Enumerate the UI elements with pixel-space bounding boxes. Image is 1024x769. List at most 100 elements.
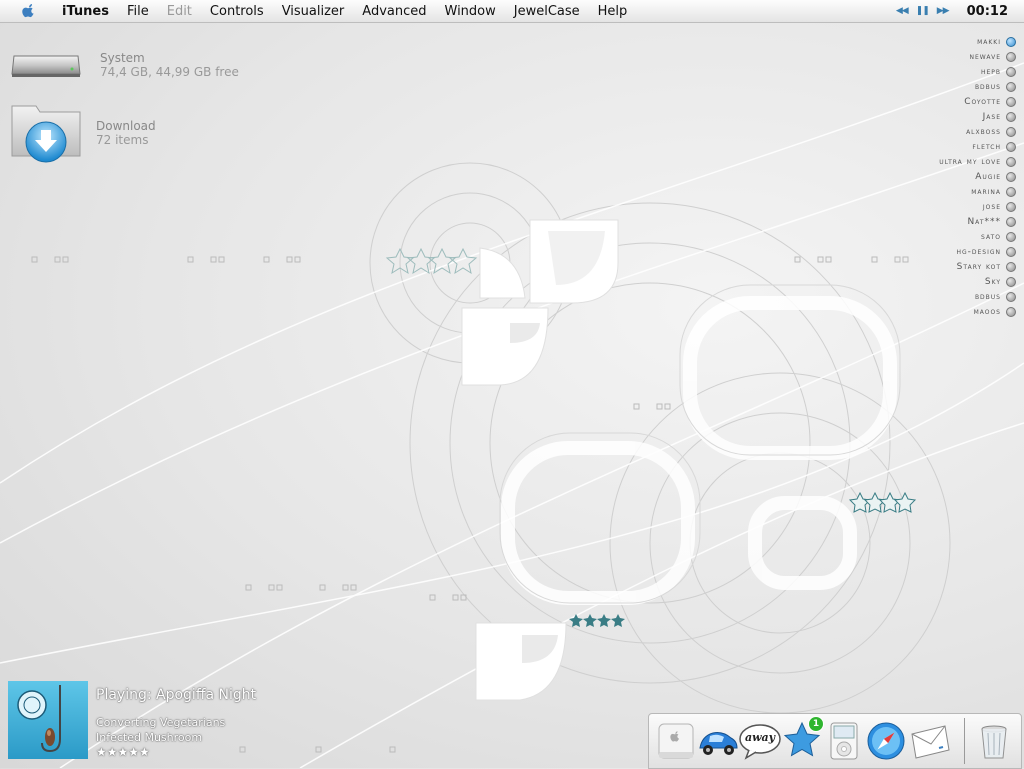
buddy-item[interactable]: Augie — [816, 169, 1016, 184]
rewind-icon[interactable]: ◀◀ — [896, 6, 909, 16]
star-favorites-icon[interactable]: 1 — [781, 716, 824, 762]
menu-jewelcase[interactable]: JewelCase — [505, 4, 589, 19]
menu-help[interactable]: Help — [589, 4, 637, 19]
menu-clock[interactable]: 00:12 — [967, 4, 1008, 19]
folder-name: Download — [96, 119, 156, 133]
beetle-car-icon[interactable] — [697, 720, 739, 762]
hard-drive-icon — [11, 55, 81, 77]
status-away-icon — [1006, 126, 1016, 137]
now-playing-album: Converting Vegetarians — [96, 716, 226, 729]
buddy-name: alxboss — [966, 126, 1001, 137]
desktop-folder-download[interactable]: Download 72 items — [10, 100, 156, 166]
buddy-name: maoos — [973, 306, 1001, 317]
status-away-icon — [1006, 111, 1016, 122]
buddy-name: Stary kot — [956, 261, 1001, 272]
status-away-icon — [1006, 216, 1016, 227]
menu-visualizer[interactable]: Visualizer — [273, 4, 354, 19]
mail-icon[interactable] — [909, 720, 951, 762]
ipod-icon[interactable] — [823, 720, 865, 762]
buddy-name: Jase — [982, 111, 1001, 122]
buddy-item[interactable]: alxboss — [816, 124, 1016, 139]
status-away-icon — [1006, 291, 1016, 302]
status-away-icon — [1006, 66, 1016, 77]
buddy-name: makki — [977, 36, 1001, 47]
pause-icon[interactable]: ❚❚ — [916, 6, 930, 16]
buddy-item[interactable]: bdbus — [816, 289, 1016, 304]
buddy-name: newave — [969, 51, 1001, 62]
status-away-icon — [1006, 156, 1016, 167]
buddy-name: marina — [971, 186, 1001, 197]
status-away-icon — [1006, 261, 1016, 272]
buddy-name: ultra my love — [939, 156, 1001, 167]
buddy-name: bdbus — [974, 81, 1001, 92]
status-away-icon — [1006, 51, 1016, 62]
buddy-name: jose — [982, 201, 1001, 212]
buddy-name: sato — [981, 231, 1001, 242]
buddy-item[interactable]: makki — [816, 34, 1016, 49]
buddy-name: Sky — [984, 276, 1001, 287]
away-label: away — [744, 731, 776, 744]
status-away-icon — [1006, 306, 1016, 317]
fish-hook-icon — [17, 685, 61, 753]
buddy-item[interactable]: Stary kot — [816, 259, 1016, 274]
now-playing-title: Playing: Apogiffa Night — [96, 687, 257, 703]
buddy-name: fletch — [972, 141, 1001, 152]
buddy-item[interactable]: newave — [816, 49, 1016, 64]
status-away-icon — [1006, 201, 1016, 212]
dock-separator — [964, 718, 965, 764]
buddy-item[interactable]: Sky — [816, 274, 1016, 289]
buddy-item[interactable]: jose — [816, 199, 1016, 214]
buddy-item[interactable]: sato — [816, 229, 1016, 244]
menu-itunes[interactable]: iTunes — [52, 4, 118, 19]
status-away-icon — [1006, 246, 1016, 257]
fast-forward-icon[interactable]: ▶▶ — [937, 6, 950, 16]
album-cover[interactable] — [8, 681, 88, 759]
buddy-item[interactable]: maoos — [816, 304, 1016, 319]
buddy-name: Coyotte — [964, 96, 1001, 107]
now-playing-artist: Infected Mushroom — [96, 731, 203, 744]
buddy-item[interactable]: hepb — [816, 64, 1016, 79]
menu-window[interactable]: Window — [436, 4, 505, 19]
status-away-icon — [1006, 81, 1016, 92]
buddy-name: hg-design — [956, 246, 1001, 257]
drive-name: System — [100, 51, 145, 65]
buddy-item[interactable]: marina — [816, 184, 1016, 199]
buddy-item[interactable]: ultra my love — [816, 154, 1016, 169]
buddy-item[interactable]: Jase — [816, 109, 1016, 124]
download-folder-icon — [11, 105, 81, 163]
status-away-icon — [1006, 171, 1016, 182]
rating-stars-icon[interactable]: ★★★★★ — [96, 745, 256, 759]
dock: away 1 — [648, 713, 1022, 769]
away-chat-icon[interactable]: away — [739, 720, 781, 762]
status-online-icon — [1006, 36, 1016, 47]
buddy-name: bdbus — [974, 291, 1001, 302]
status-away-icon — [1006, 96, 1016, 107]
folder-info: 72 items — [96, 133, 149, 147]
buddy-item[interactable]: Coyotte — [816, 94, 1016, 109]
now-playing-widget: Playing: Apogiffa Night Converting Veget… — [8, 681, 256, 759]
apple-menu-icon[interactable] — [22, 4, 36, 18]
buddy-name: Augie — [975, 171, 1001, 182]
notification-badge: 1 — [808, 716, 824, 732]
buddy-item[interactable]: Nat*** — [816, 214, 1016, 229]
buddy-item[interactable]: fletch — [816, 139, 1016, 154]
status-away-icon — [1006, 186, 1016, 197]
buddy-item[interactable]: hg-design — [816, 244, 1016, 259]
drive-info: 74,4 GB, 44,99 GB free — [100, 65, 239, 79]
menu-extras: ◀◀ ❚❚ ▶▶ 00:12 — [896, 0, 1008, 22]
finder-icon[interactable] — [655, 720, 697, 762]
menu-file[interactable]: File — [118, 4, 158, 19]
status-away-icon — [1006, 276, 1016, 287]
menu-bar: iTunes File Edit Controls Visualizer Adv… — [0, 0, 1024, 23]
buddy-name: Nat*** — [967, 216, 1001, 227]
menu-advanced[interactable]: Advanced — [353, 4, 435, 19]
buddy-name: hepb — [980, 66, 1001, 77]
desktop-drive-system[interactable]: System 74,4 GB, 44,99 GB free — [10, 50, 239, 80]
menu-controls[interactable]: Controls — [201, 4, 273, 19]
menu-edit[interactable]: Edit — [158, 4, 201, 19]
trash-icon[interactable] — [973, 720, 1015, 762]
buddy-item[interactable]: bdbus — [816, 79, 1016, 94]
status-away-icon — [1006, 231, 1016, 242]
safari-icon[interactable] — [865, 720, 907, 762]
buddy-list: makki newave hepb bdbus Coyotte Jase alx… — [816, 34, 1016, 319]
